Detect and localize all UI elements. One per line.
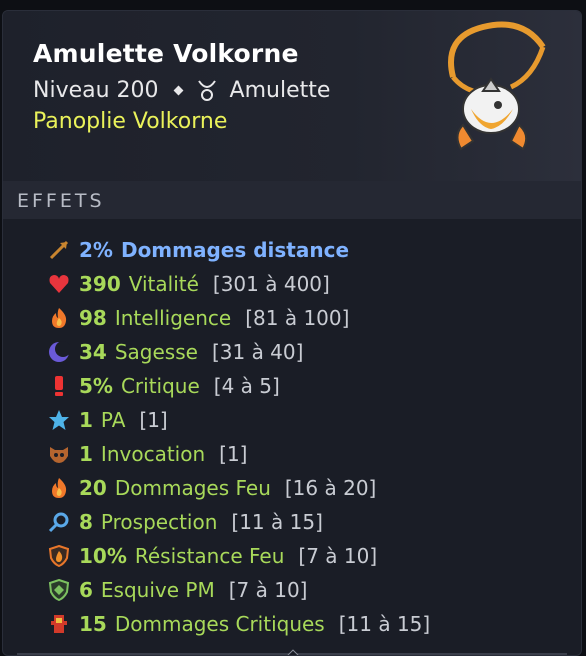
moon-icon <box>47 340 71 364</box>
amulet-type-icon <box>197 79 216 101</box>
item-tooltip: Amulette Volkorne Niveau 200 Amulette Pa… <box>2 10 582 656</box>
effect-label: Dommages distance <box>120 238 350 262</box>
item-type: Amulette <box>229 78 331 103</box>
effect-row: 20 Dommages Feu [16 à 20] <box>47 471 581 505</box>
fire-icon <box>47 306 71 330</box>
item-level: Niveau 200 <box>33 78 159 103</box>
effect-range: [301 à 400] <box>212 272 330 296</box>
effect-label: Esquive PM <box>100 578 215 602</box>
effect-value: 1 <box>79 442 93 466</box>
effect-value: 10% <box>79 544 127 568</box>
effect-row: 15 Dommages Critiques [11 à 15] <box>47 607 581 641</box>
effect-range: [31 à 40] <box>211 340 304 364</box>
effect-row: 8 Prospection [11 à 15] <box>47 505 581 539</box>
bow-arrow-icon <box>47 238 71 262</box>
effect-row: 34 Sagesse [31 à 40] <box>47 335 581 369</box>
effect-label: Sagesse <box>114 340 198 364</box>
effect-row: 6 Esquive PM [7 à 10] <box>47 573 581 607</box>
effect-range: [1] <box>219 442 248 466</box>
effect-row: 390 Vitalité [301 à 400] <box>47 267 581 301</box>
effect-range: [7 à 10] <box>228 578 308 602</box>
effect-row: 10% Résistance Feu [7 à 10] <box>47 539 581 573</box>
effect-row: 98 Intelligence [81 à 100] <box>47 301 581 335</box>
effect-label: Dommages Critiques <box>114 612 325 636</box>
divider-ornament <box>287 649 299 655</box>
effect-label: PA <box>100 408 126 432</box>
effect-range: [1] <box>139 408 168 432</box>
effect-value: 5% <box>79 374 113 398</box>
effect-row: 2% Dommages distance <box>47 233 581 267</box>
effect-range: [4 à 5] <box>213 374 280 398</box>
amulet-image <box>448 21 546 151</box>
magnifier-icon <box>47 510 71 534</box>
effect-range: [11 à 15] <box>231 510 323 534</box>
effect-value: 390 <box>79 272 121 296</box>
separator-dot <box>173 85 183 96</box>
creature-icon <box>47 442 71 466</box>
effect-value: 34 <box>79 340 107 364</box>
effect-range: [16 à 20] <box>284 476 377 500</box>
effect-value: 98 <box>79 306 107 330</box>
effect-value: 15 <box>79 612 107 636</box>
effects-list: 2% Dommages distance 390 Vitalité [301 à… <box>3 219 581 641</box>
fire-icon <box>47 476 71 500</box>
effect-label: Intelligence <box>114 306 232 330</box>
heart-icon <box>47 272 71 296</box>
green-shield-icon <box>47 578 71 602</box>
effect-label: Critique <box>120 374 200 398</box>
effect-label: Dommages Feu <box>114 476 271 500</box>
effect-range: [81 à 100] <box>245 306 350 330</box>
tooltip-header: Amulette Volkorne Niveau 200 Amulette Pa… <box>3 11 581 181</box>
effect-value: 1 <box>79 408 93 432</box>
star-icon <box>47 408 71 432</box>
effect-label: Invocation <box>100 442 206 466</box>
fire-shield-icon <box>47 544 71 568</box>
effect-row: 5% Critique [4 à 5] <box>47 369 581 403</box>
effect-row: 1 PA [1] <box>47 403 581 437</box>
effect-range: [7 à 10] <box>298 544 378 568</box>
effects-section-title: EFFETS <box>3 181 581 219</box>
effect-label: Vitalité <box>128 272 199 296</box>
effect-value: 6 <box>79 578 93 602</box>
effect-range: [11 à 15] <box>338 612 431 636</box>
effect-row: 1 Invocation [1] <box>47 437 581 471</box>
effect-value: 2% <box>79 238 113 262</box>
critical-damage-icon <box>47 612 71 636</box>
effect-value: 8 <box>79 510 93 534</box>
effect-value: 20 <box>79 476 107 500</box>
effect-label: Prospection <box>100 510 218 534</box>
exclamation-icon <box>47 374 71 398</box>
effect-label: Résistance Feu <box>134 544 285 568</box>
